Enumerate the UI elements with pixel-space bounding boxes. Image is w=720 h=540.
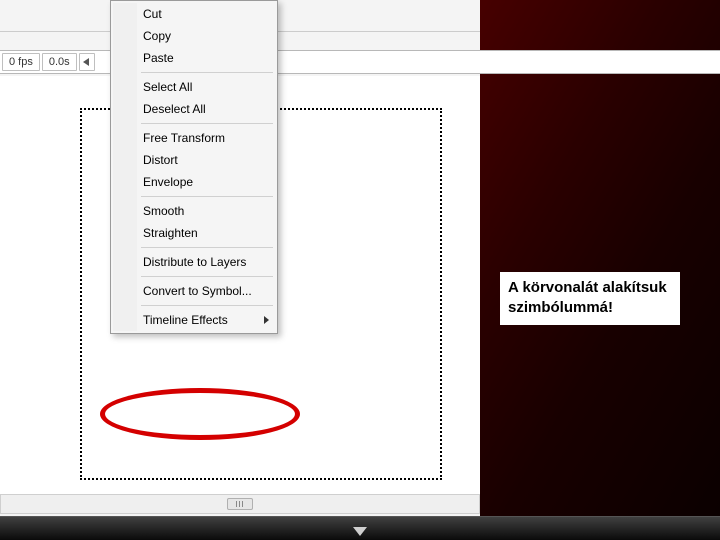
menu-label: Smooth	[143, 204, 184, 218]
menu-item-cut[interactable]: Cut	[113, 3, 275, 25]
context-menu: Cut Copy Paste Select All Deselect All F…	[110, 0, 278, 334]
menu-item-paste[interactable]: Paste	[113, 47, 275, 69]
annotation-caption: A körvonalát alakítsuk szimbólummá!	[500, 272, 680, 325]
menu-label: Timeline Effects	[143, 313, 228, 327]
menu-item-free-transform[interactable]: Free Transform	[113, 127, 275, 149]
menu-separator	[113, 244, 275, 251]
timeline-time-cell[interactable]: 0.0s	[42, 53, 77, 71]
menu-label: Paste	[143, 51, 174, 65]
menu-label: Copy	[143, 29, 171, 43]
menu-separator	[113, 120, 275, 127]
menu-label: Envelope	[143, 175, 193, 189]
menu-item-convert-to-symbol[interactable]: Convert to Symbol...	[113, 280, 275, 302]
menu-separator	[113, 193, 275, 200]
menu-label: Straighten	[143, 226, 198, 240]
menu-label: Cut	[143, 7, 162, 21]
timeline-fps-cell[interactable]: 0 fps	[2, 53, 40, 71]
menu-label: Deselect All	[143, 102, 206, 116]
menu-item-select-all[interactable]: Select All	[113, 76, 275, 98]
timeline-strip: 0 fps 0.0s	[0, 50, 720, 74]
menu-item-distort[interactable]: Distort	[113, 149, 275, 171]
menu-item-straighten[interactable]: Straighten	[113, 222, 275, 244]
caption-text: A körvonalát alakítsuk szimbólummá!	[508, 279, 667, 316]
chevron-down-icon	[353, 527, 367, 536]
menu-item-deselect-all[interactable]: Deselect All	[113, 98, 275, 120]
menu-label: Distort	[143, 153, 178, 167]
menu-separator	[113, 302, 275, 309]
menu-item-distribute-to-layers[interactable]: Distribute to Layers	[113, 251, 275, 273]
presentation-bottom-bar	[0, 516, 720, 540]
menu-label: Free Transform	[143, 131, 225, 145]
menu-separator	[113, 273, 275, 280]
menu-item-smooth[interactable]: Smooth	[113, 200, 275, 222]
menu-item-envelope[interactable]: Envelope	[113, 171, 275, 193]
scrollbar-thumb[interactable]	[227, 498, 253, 510]
menu-label: Select All	[143, 80, 192, 94]
menu-label: Distribute to Layers	[143, 255, 246, 269]
timeline-rewind-button[interactable]	[79, 53, 95, 71]
horizontal-scrollbar[interactable]	[0, 494, 480, 514]
chevron-right-icon	[264, 316, 269, 324]
menu-item-timeline-effects[interactable]: Timeline Effects	[113, 309, 275, 331]
menu-label: Convert to Symbol...	[143, 284, 252, 298]
menu-item-copy[interactable]: Copy	[113, 25, 275, 47]
menu-separator	[113, 69, 275, 76]
slide-background-gradient	[460, 0, 720, 540]
